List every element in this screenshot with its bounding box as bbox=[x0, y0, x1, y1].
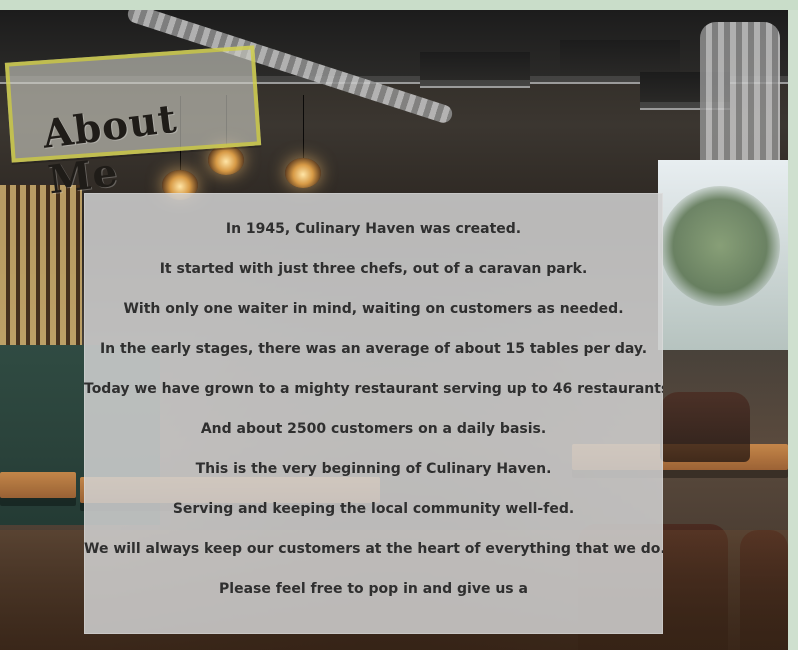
dining-chair bbox=[660, 392, 750, 462]
story-line: Please feel free to pop in and give us a bbox=[219, 581, 528, 597]
pendant-cord bbox=[303, 95, 304, 160]
exterior-tree bbox=[660, 186, 780, 306]
story-line: With only one waiter in mind, waiting on… bbox=[123, 301, 624, 317]
story-line: In 1945, Culinary Haven was created. bbox=[225, 221, 522, 237]
top-accent-strip bbox=[0, 0, 798, 10]
bar-bottle-shelf bbox=[0, 185, 82, 345]
story-line: We will always keep our customers at the… bbox=[84, 541, 663, 557]
dining-table bbox=[0, 472, 76, 498]
ceiling-duct bbox=[700, 22, 780, 182]
about-title-card: About Me bbox=[4, 45, 262, 204]
story-line: It started with just three chefs, out of… bbox=[159, 261, 588, 277]
story-line: Today we have grown to a mighty restaura… bbox=[84, 381, 663, 397]
ceiling-panel bbox=[420, 52, 530, 88]
story-panel: In 1945, Culinary Haven was created. It … bbox=[84, 193, 663, 634]
story-lines: In 1945, Culinary Haven was created. It … bbox=[84, 193, 663, 609]
story-line: In the early stages, there was an averag… bbox=[99, 341, 648, 357]
story-line: This is the very beginning of Culinary H… bbox=[195, 461, 552, 477]
pendant-lamp bbox=[285, 158, 321, 188]
story-line: And about 2500 customers on a daily basi… bbox=[200, 421, 547, 437]
story-line: Serving and keeping the local community … bbox=[172, 501, 575, 517]
